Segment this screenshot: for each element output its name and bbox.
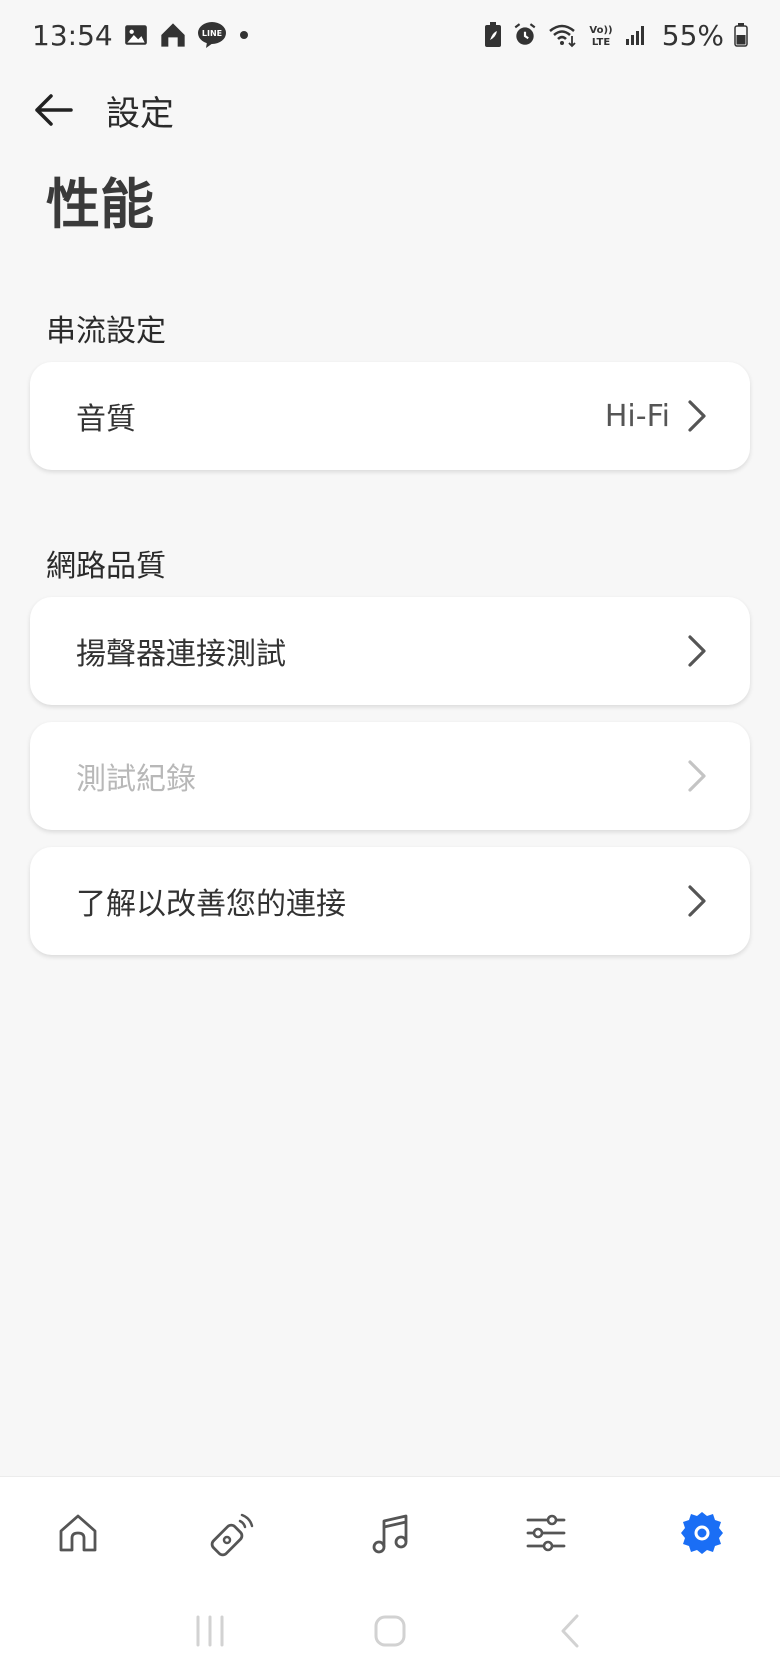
recents-icon: [196, 1615, 224, 1646]
status-time: 13:54: [32, 18, 113, 52]
sound-quality-right: Hi-Fi: [605, 398, 710, 434]
speaker-connection-test-row[interactable]: 揚聲器連接測試: [30, 597, 750, 705]
signal-icon: [624, 23, 648, 47]
improve-connection-label: 了解以改善您的連接: [76, 887, 346, 922]
test-history-label: 測試紀錄: [76, 762, 196, 797]
page-title: 性能: [46, 173, 154, 236]
sliders-icon: [526, 1514, 566, 1552]
sound-quality-label: 音質: [76, 402, 136, 437]
gallery-icon: [123, 22, 149, 48]
section-label-network: 網路品質: [46, 549, 166, 584]
app-bar-title: 設定: [106, 93, 174, 134]
volte-icon: Vo)) LTE: [588, 22, 614, 48]
chevron-right-icon: [684, 633, 710, 669]
nav-sliders[interactable]: [506, 1493, 586, 1573]
svg-text:LINE: LINE: [202, 29, 222, 38]
back-button-icon: [561, 1614, 579, 1647]
home-button-icon: [374, 1615, 406, 1646]
status-left: 13:54 LINE: [32, 19, 251, 52]
improve-connection-row[interactable]: 了解以改善您的連接: [30, 847, 750, 955]
section-label-streaming: 串流設定: [46, 314, 166, 349]
dot-icon: [237, 28, 251, 42]
svg-text:LTE: LTE: [592, 37, 611, 48]
music-icon: [372, 1514, 408, 1554]
chevron-right-icon: [684, 883, 710, 919]
sound-quality-row[interactable]: 音質 Hi-Fi: [30, 362, 750, 470]
sound-quality-value: Hi-Fi: [604, 398, 670, 434]
battery-saver-icon: [484, 22, 502, 48]
speaker-connection-test-label: 揚聲器連接測試: [76, 637, 286, 672]
system-nav: [0, 1588, 780, 1673]
remote-icon: [210, 1513, 254, 1557]
arrow-left-icon: [35, 94, 73, 126]
app-bar: 設定: [0, 78, 780, 142]
test-history-row[interactable]: 測試紀錄: [30, 722, 750, 830]
chevron-right-icon: [684, 758, 710, 794]
nav-remote[interactable]: [194, 1493, 274, 1573]
alarm-icon: [512, 22, 538, 48]
line-icon: LINE: [197, 21, 227, 49]
back-system-button[interactable]: [540, 1601, 600, 1661]
recents-button[interactable]: [180, 1601, 240, 1661]
nav-home[interactable]: [38, 1493, 118, 1573]
back-button[interactable]: [30, 87, 76, 133]
bottom-nav: [0, 1476, 780, 1589]
status-right: Vo)) LTE 55%: [484, 19, 748, 52]
chevron-right-icon: [684, 398, 710, 434]
home-app-icon: [159, 21, 187, 49]
home-system-button[interactable]: [360, 1601, 420, 1661]
settings-icon: [681, 1512, 723, 1554]
home-icon: [59, 1514, 97, 1552]
nav-settings[interactable]: [662, 1493, 742, 1573]
battery-percent: 55%: [661, 18, 724, 52]
status-bar: 13:54 LINE Vo)) LTE 55%: [0, 0, 780, 70]
wifi-icon: [548, 22, 578, 48]
nav-music[interactable]: [350, 1493, 430, 1573]
svg-text:Vo)): Vo)): [589, 25, 612, 36]
battery-icon: [734, 23, 748, 47]
